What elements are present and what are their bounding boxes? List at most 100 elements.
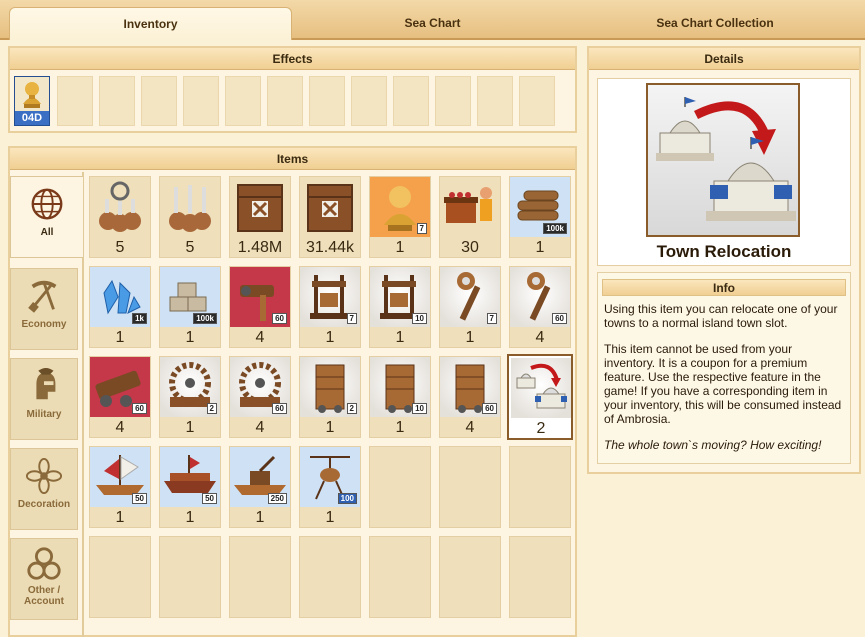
siege-tower-icon: 10 (370, 357, 430, 417)
warship-icon: 50 (160, 447, 220, 507)
item-count: 1.48M (237, 239, 283, 256)
effect-slot-empty (141, 76, 177, 126)
duration-badge: 60 (272, 313, 287, 324)
duration-badge: 100 (337, 493, 357, 504)
info-quote: The whole town`s moving? How exciting! (604, 438, 822, 452)
item-count: 1 (325, 509, 335, 526)
item-slot[interactable]: 10 1 (369, 266, 431, 348)
catapult-icon: 2 (160, 357, 220, 417)
duration-badge: 60 (552, 313, 567, 324)
effects-heading: Effects (10, 48, 575, 70)
category-military[interactable]: Military (10, 358, 78, 440)
crystal-icon: 1k (90, 267, 150, 327)
duration-badge: 2 (206, 403, 217, 414)
category-label: Military (26, 409, 62, 420)
stone-blocks-icon: 100k (160, 267, 220, 327)
catapult-icon: 60 (230, 357, 290, 417)
item-slot[interactable]: 10 1 (369, 356, 431, 438)
item-slot[interactable]: 5 (89, 176, 151, 258)
tab-bar: Inventory Sea Chart Sea Chart Collection (0, 0, 865, 40)
flower-icon (25, 457, 63, 495)
item-slot[interactable]: 1.48M (229, 176, 291, 258)
info-heading: Info (602, 279, 846, 296)
item-slot-empty (229, 536, 291, 618)
item-slot[interactable]: 60 4 (229, 356, 291, 438)
items-heading: Items (10, 148, 575, 170)
item-slot[interactable]: 60 4 (89, 356, 151, 438)
catapult-ship-icon: 250 (230, 447, 290, 507)
globe-icon (31, 188, 63, 220)
item-slot[interactable]: 1k 1 (89, 266, 151, 348)
duration-badge: 7 (486, 313, 497, 324)
item-name: Town Relocation (656, 242, 792, 261)
item-slot[interactable]: 30 (439, 176, 501, 258)
duration-badge: 1k (132, 313, 147, 324)
effect-slot-empty (225, 76, 261, 126)
item-slot[interactable]: 71 (439, 266, 501, 348)
scepter-icon: 60 (510, 267, 570, 327)
item-slot[interactable]: 50 1 (89, 446, 151, 528)
effect-slot-empty (267, 76, 303, 126)
item-slot[interactable]: 21 (159, 356, 221, 438)
effect-slot-empty (519, 76, 555, 126)
helmet-icon (36, 367, 56, 400)
info-text: Using this item you can relocate one of … (604, 302, 846, 464)
item-slot[interactable]: 60 4 (439, 356, 501, 438)
duration-badge: 60 (272, 403, 287, 414)
item-slot[interactable]: 50 1 (159, 446, 221, 528)
category-other-account[interactable]: Other / Account (10, 538, 78, 620)
category-label: Other / Account (24, 585, 64, 607)
details-heading: Details (589, 48, 859, 70)
tab-sea-chart-collection[interactable]: Sea Chart Collection (570, 7, 860, 40)
item-slot[interactable]: 100 1 (299, 446, 361, 528)
item-count: 1 (535, 239, 545, 256)
item-count: 1 (185, 509, 195, 526)
town-relocation-icon (511, 358, 571, 418)
item-count: 1 (115, 509, 125, 526)
duration-badge: 10 (412, 313, 427, 324)
category-decoration[interactable]: Decoration (10, 448, 78, 530)
active-effect-slot[interactable]: 04D (14, 76, 50, 126)
item-slot[interactable]: 100k 1 (159, 266, 221, 348)
spear-crew-icon (160, 177, 220, 237)
item-slot[interactable]: 250 1 (229, 446, 291, 528)
wooden-crate-icon (230, 177, 290, 237)
item-slot[interactable]: 21 (299, 356, 361, 438)
market-stall-icon (440, 177, 500, 237)
press-icon: 7 (300, 267, 360, 327)
effect-slot-empty (309, 76, 345, 126)
item-slot-empty (369, 446, 431, 528)
category-economy[interactable]: Economy (10, 268, 78, 350)
tab-sea-chart[interactable]: Sea Chart (300, 7, 565, 40)
effect-slot-empty (435, 76, 471, 126)
tab-inventory[interactable]: Inventory (9, 7, 292, 40)
item-slot[interactable]: 5 (159, 176, 221, 258)
category-all[interactable]: All (10, 176, 83, 258)
category-label: All (40, 227, 54, 238)
effect-slot-empty (57, 76, 93, 126)
press-icon: 10 (370, 267, 430, 327)
item-slot[interactable]: 71 (299, 266, 361, 348)
siege-tower-icon: 2 (300, 357, 360, 417)
item-slot[interactable]: 60 4 (509, 266, 571, 348)
item-count: 1 (395, 239, 405, 256)
item-count: 5 (115, 239, 125, 256)
effect-slot-empty (393, 76, 429, 126)
item-slot[interactable]: 31.44k (299, 176, 361, 258)
item-slot[interactable]: 2 (507, 354, 573, 440)
item-slot[interactable]: 100k 1 (509, 176, 571, 258)
golden-bust-icon: 7 (370, 177, 430, 237)
item-count: 1 (325, 419, 335, 436)
item-slot[interactable]: 71 (369, 176, 431, 258)
battering-ram-icon: 60 (90, 357, 150, 417)
duration-badge: 250 (267, 493, 287, 504)
duration-badge: 2 (346, 403, 357, 414)
item-count: 1 (115, 329, 125, 346)
duration-badge: 100k (193, 313, 217, 324)
item-count: 4 (465, 419, 475, 436)
item-slot-empty (299, 536, 361, 618)
pickaxe-shovel-icon (28, 280, 57, 313)
item-count: 1 (395, 419, 405, 436)
siege-tower-icon: 60 (440, 357, 500, 417)
item-slot[interactable]: 60 4 (229, 266, 291, 348)
